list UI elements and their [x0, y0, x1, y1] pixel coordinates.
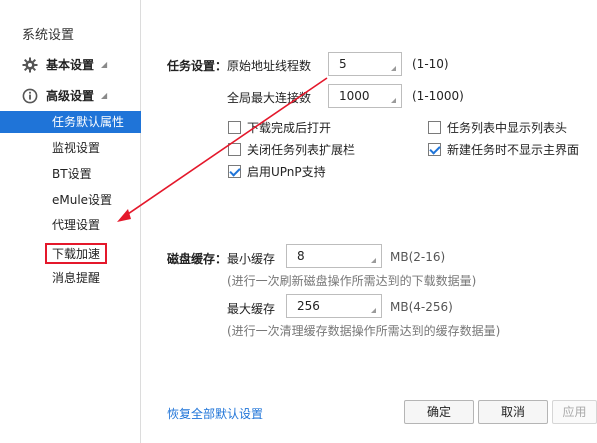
checkbox-enable-upnp[interactable]: 启用UPnP支持 — [228, 163, 326, 180]
checkbox-hide-main-on-new[interactable]: 新建任务时不显示主界面 — [428, 141, 579, 158]
checkbox-box[interactable] — [428, 143, 441, 156]
checkbox-box[interactable] — [228, 165, 241, 178]
checkbox-label: 关闭任务列表扩展栏 — [247, 143, 356, 157]
min-cache-range: MB(2-16) — [390, 250, 446, 264]
threads-label: 原始地址线程数 — [227, 59, 312, 73]
sidebar-item-task-defaults[interactable]: 任务默认属性 — [0, 111, 141, 133]
expand-triangle-icon: ◢ — [101, 91, 108, 100]
maxconn-label: 全局最大连接数 — [227, 91, 312, 105]
cancel-button[interactable]: 取消 — [478, 400, 548, 424]
checkbox-close-ext-bar[interactable]: 关闭任务列表扩展栏 — [228, 141, 355, 158]
dropdown-arrow-icon — [371, 258, 376, 263]
checkbox-show-list-header[interactable]: 任务列表中显示列表头 — [428, 119, 567, 136]
sidebar-title: 系统设置 — [22, 28, 75, 43]
sidebar: 系统设置 基本设置 ◢ 高级设置 ◢ 任务默认属性 监视设置 BT设置 eMul… — [0, 0, 141, 443]
sidebar-item-emule[interactable]: eMule设置 — [52, 189, 112, 211]
maxconn-value: 1000 — [339, 89, 370, 103]
max-cache-value: 256 — [297, 299, 320, 313]
sidebar-group-basic[interactable]: 基本设置 ◢ — [22, 56, 107, 73]
min-cache-hint: (进行一次刷新磁盘操作所需达到的下载数据量) — [227, 274, 477, 288]
apply-button[interactable]: 应用 — [552, 400, 597, 424]
info-icon — [22, 88, 38, 104]
task-section-label: 任务设置： — [167, 59, 228, 73]
dropdown-arrow-icon — [391, 98, 396, 103]
checkbox-label: 下载完成后打开 — [247, 121, 332, 135]
checkbox-label: 新建任务时不显示主界面 — [447, 143, 580, 157]
sidebar-item-proxy[interactable]: 代理设置 — [52, 214, 100, 236]
maxconn-range: (1-1000) — [412, 89, 464, 103]
max-cache-range: MB(4-256) — [390, 300, 453, 314]
max-cache-label: 最大缓存 — [227, 302, 276, 316]
max-cache-hint: (进行一次清理缓存数据操作所需达到的缓存数据量) — [227, 324, 501, 338]
sidebar-item-download-accel[interactable]: 下载加速 — [45, 243, 108, 264]
max-cache-combo[interactable]: 256 — [286, 294, 382, 318]
checkbox-open-after-download[interactable]: 下载完成后打开 — [228, 119, 331, 136]
ok-button[interactable]: 确定 — [404, 400, 474, 424]
cache-section-label: 磁盘缓存： — [167, 252, 228, 266]
restore-defaults-link[interactable]: 恢复全部默认设置 — [167, 405, 263, 422]
checkbox-box[interactable] — [228, 143, 241, 156]
sidebar-group-advanced[interactable]: 高级设置 ◢ — [22, 87, 107, 104]
threads-combo[interactable]: 5 — [328, 52, 402, 76]
dropdown-arrow-icon — [391, 66, 396, 71]
sidebar-item-notifications[interactable]: 消息提醒 — [52, 267, 100, 289]
threads-range: (1-10) — [412, 57, 449, 71]
checkbox-box[interactable] — [228, 121, 241, 134]
checkbox-label: 任务列表中显示列表头 — [447, 121, 568, 135]
sidebar-item-monitor[interactable]: 监视设置 — [52, 137, 100, 159]
threads-value: 5 — [339, 57, 347, 71]
settings-panel: 任务设置： 原始地址线程数 5 (1-10) 全局最大连接数 1000 (1-1… — [142, 0, 597, 443]
gear-icon — [22, 57, 38, 73]
min-cache-value: 8 — [297, 249, 305, 263]
min-cache-label: 最小缓存 — [227, 252, 276, 266]
checkbox-box[interactable] — [428, 121, 441, 134]
min-cache-combo[interactable]: 8 — [286, 244, 382, 268]
collapse-triangle-icon: ◢ — [101, 60, 108, 69]
sidebar-item-bt[interactable]: BT设置 — [52, 163, 92, 185]
dropdown-arrow-icon — [371, 308, 376, 313]
maxconn-combo[interactable]: 1000 — [328, 84, 402, 108]
sidebar-group-advanced-label: 高级设置 — [46, 89, 95, 103]
sidebar-group-basic-label: 基本设置 — [46, 58, 95, 72]
checkbox-label: 启用UPnP支持 — [247, 165, 326, 179]
